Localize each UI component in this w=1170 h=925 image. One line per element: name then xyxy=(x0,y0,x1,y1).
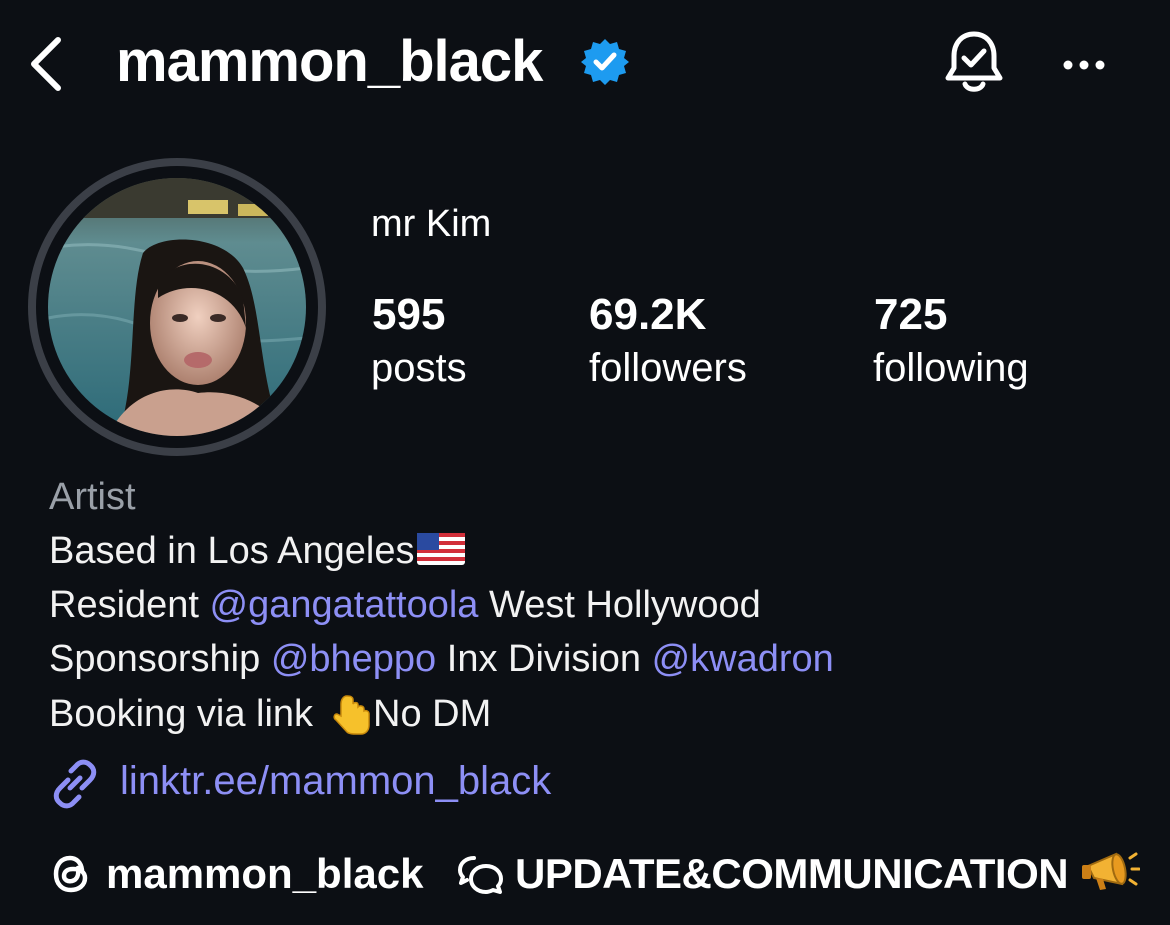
profile-avatar[interactable] xyxy=(48,178,306,436)
broadcast-channel-name[interactable]: UPDATE&COMMUNICATION xyxy=(515,850,1069,898)
bio-location-text: Based in Los Angeles xyxy=(49,530,415,572)
threads-handle[interactable]: mammon_black xyxy=(106,850,423,898)
bio-booking-prefix: Booking via link xyxy=(49,693,314,735)
posts-label[interactable]: posts xyxy=(371,346,467,391)
bio-line-booking: Booking via link No DM xyxy=(49,692,491,736)
display-name: mr Kim xyxy=(371,203,492,245)
followers-count[interactable]: 69.2K xyxy=(589,290,706,340)
us-flag-icon xyxy=(416,533,465,565)
bio-resident-prefix: Resident xyxy=(49,584,210,626)
posts-count[interactable]: 595 xyxy=(372,290,445,340)
threads-icon[interactable] xyxy=(51,852,93,896)
bio-line-location: Based in Los Angeles xyxy=(49,530,465,573)
bell-check-icon[interactable] xyxy=(940,28,1008,98)
link-icon[interactable] xyxy=(48,758,102,810)
megaphone-icon xyxy=(1082,852,1140,890)
mention-link-kwadron[interactable]: @kwadron xyxy=(652,638,834,680)
bio-booking-suffix: No DM xyxy=(373,693,492,735)
bio-sponsorship-middle: Inx Division xyxy=(436,638,652,680)
profile-username: mammon_black xyxy=(116,29,543,94)
bio-sponsorship-prefix: Sponsorship xyxy=(49,638,271,680)
broadcast-channel-icon[interactable] xyxy=(456,852,506,896)
verified-badge-icon xyxy=(581,39,629,85)
followers-label[interactable]: followers xyxy=(589,346,747,391)
mention-link-bheppo[interactable]: @bheppo xyxy=(271,638,436,680)
bio-line-resident: Resident @gangatattoola West Hollywood xyxy=(49,584,761,627)
back-chevron-icon[interactable] xyxy=(24,34,68,94)
following-count[interactable]: 725 xyxy=(874,290,947,340)
bio-line-sponsorship: Sponsorship @bheppo Inx Division @kwadro… xyxy=(49,638,834,681)
mention-link-gangatattoola[interactable]: @gangatattoola xyxy=(210,584,479,626)
following-label[interactable]: following xyxy=(873,346,1029,391)
more-options-icon[interactable] xyxy=(1056,50,1116,80)
profile-category: Artist xyxy=(49,476,136,518)
external-link[interactable]: linktr.ee/mammon_black xyxy=(120,759,551,804)
pointing-down-icon xyxy=(333,695,370,735)
bio-resident-suffix: West Hollywood xyxy=(478,584,761,626)
